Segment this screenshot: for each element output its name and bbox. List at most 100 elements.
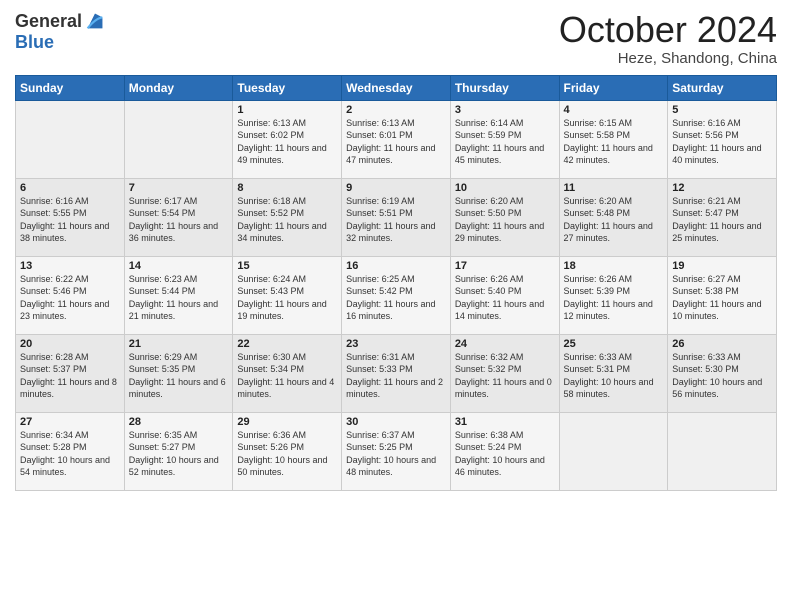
day-number: 31 [455,416,555,428]
day-number: 7 [129,182,229,194]
day-number: 30 [346,416,446,428]
day-cell [668,412,777,490]
day-info: Sunrise: 6:28 AM Sunset: 5:37 PM Dayligh… [20,351,120,401]
day-info: Sunrise: 6:13 AM Sunset: 6:02 PM Dayligh… [237,117,337,167]
day-number: 14 [129,260,229,272]
day-info: Sunrise: 6:14 AM Sunset: 5:59 PM Dayligh… [455,117,555,167]
logo-blue: Blue [15,32,54,52]
header-thursday: Thursday [450,75,559,100]
header-friday: Friday [559,75,668,100]
day-info: Sunrise: 6:17 AM Sunset: 5:54 PM Dayligh… [129,195,229,245]
title-block: October 2024 Heze, Shandong, China [559,10,777,67]
day-number: 26 [672,338,772,350]
day-number: 21 [129,338,229,350]
day-cell: 9Sunrise: 6:19 AM Sunset: 5:51 PM Daylig… [342,178,451,256]
day-number: 9 [346,182,446,194]
day-number: 4 [564,104,664,116]
day-number: 25 [564,338,664,350]
day-cell: 18Sunrise: 6:26 AM Sunset: 5:39 PM Dayli… [559,256,668,334]
day-number: 13 [20,260,120,272]
day-number: 24 [455,338,555,350]
day-info: Sunrise: 6:22 AM Sunset: 5:46 PM Dayligh… [20,273,120,323]
day-cell: 2Sunrise: 6:13 AM Sunset: 6:01 PM Daylig… [342,100,451,178]
day-cell: 14Sunrise: 6:23 AM Sunset: 5:44 PM Dayli… [124,256,233,334]
day-cell: 12Sunrise: 6:21 AM Sunset: 5:47 PM Dayli… [668,178,777,256]
day-info: Sunrise: 6:13 AM Sunset: 6:01 PM Dayligh… [346,117,446,167]
day-cell: 30Sunrise: 6:37 AM Sunset: 5:25 PM Dayli… [342,412,451,490]
day-info: Sunrise: 6:38 AM Sunset: 5:24 PM Dayligh… [455,429,555,479]
location: Heze, Shandong, China [559,50,777,67]
day-cell: 16Sunrise: 6:25 AM Sunset: 5:42 PM Dayli… [342,256,451,334]
calendar-table: SundayMondayTuesdayWednesdayThursdayFrid… [15,75,777,491]
week-row-2: 6Sunrise: 6:16 AM Sunset: 5:55 PM Daylig… [16,178,777,256]
day-info: Sunrise: 6:27 AM Sunset: 5:38 PM Dayligh… [672,273,772,323]
day-number: 1 [237,104,337,116]
day-info: Sunrise: 6:20 AM Sunset: 5:48 PM Dayligh… [564,195,664,245]
day-number: 17 [455,260,555,272]
day-cell [559,412,668,490]
day-number: 19 [672,260,772,272]
day-cell: 27Sunrise: 6:34 AM Sunset: 5:28 PM Dayli… [16,412,125,490]
day-cell: 10Sunrise: 6:20 AM Sunset: 5:50 PM Dayli… [450,178,559,256]
day-cell: 13Sunrise: 6:22 AM Sunset: 5:46 PM Dayli… [16,256,125,334]
day-info: Sunrise: 6:25 AM Sunset: 5:42 PM Dayligh… [346,273,446,323]
header-wednesday: Wednesday [342,75,451,100]
day-info: Sunrise: 6:20 AM Sunset: 5:50 PM Dayligh… [455,195,555,245]
day-info: Sunrise: 6:26 AM Sunset: 5:39 PM Dayligh… [564,273,664,323]
day-cell: 1Sunrise: 6:13 AM Sunset: 6:02 PM Daylig… [233,100,342,178]
day-number: 22 [237,338,337,350]
day-info: Sunrise: 6:30 AM Sunset: 5:34 PM Dayligh… [237,351,337,401]
day-cell: 22Sunrise: 6:30 AM Sunset: 5:34 PM Dayli… [233,334,342,412]
day-cell: 31Sunrise: 6:38 AM Sunset: 5:24 PM Dayli… [450,412,559,490]
day-cell: 25Sunrise: 6:33 AM Sunset: 5:31 PM Dayli… [559,334,668,412]
week-row-4: 20Sunrise: 6:28 AM Sunset: 5:37 PM Dayli… [16,334,777,412]
day-cell: 8Sunrise: 6:18 AM Sunset: 5:52 PM Daylig… [233,178,342,256]
day-info: Sunrise: 6:24 AM Sunset: 5:43 PM Dayligh… [237,273,337,323]
day-info: Sunrise: 6:15 AM Sunset: 5:58 PM Dayligh… [564,117,664,167]
day-number: 15 [237,260,337,272]
day-cell: 17Sunrise: 6:26 AM Sunset: 5:40 PM Dayli… [450,256,559,334]
day-info: Sunrise: 6:23 AM Sunset: 5:44 PM Dayligh… [129,273,229,323]
day-cell: 24Sunrise: 6:32 AM Sunset: 5:32 PM Dayli… [450,334,559,412]
header-monday: Monday [124,75,233,100]
page-header: General Blue October 2024 Heze, Shandong… [15,10,777,67]
day-cell [16,100,125,178]
logo-icon [84,10,106,32]
day-number: 5 [672,104,772,116]
day-info: Sunrise: 6:36 AM Sunset: 5:26 PM Dayligh… [237,429,337,479]
day-cell: 28Sunrise: 6:35 AM Sunset: 5:27 PM Dayli… [124,412,233,490]
day-cell: 4Sunrise: 6:15 AM Sunset: 5:58 PM Daylig… [559,100,668,178]
day-cell: 5Sunrise: 6:16 AM Sunset: 5:56 PM Daylig… [668,100,777,178]
day-cell: 19Sunrise: 6:27 AM Sunset: 5:38 PM Dayli… [668,256,777,334]
day-cell: 29Sunrise: 6:36 AM Sunset: 5:26 PM Dayli… [233,412,342,490]
header-row: SundayMondayTuesdayWednesdayThursdayFrid… [16,75,777,100]
header-saturday: Saturday [668,75,777,100]
day-cell [124,100,233,178]
week-row-1: 1Sunrise: 6:13 AM Sunset: 6:02 PM Daylig… [16,100,777,178]
day-info: Sunrise: 6:26 AM Sunset: 5:40 PM Dayligh… [455,273,555,323]
day-cell: 26Sunrise: 6:33 AM Sunset: 5:30 PM Dayli… [668,334,777,412]
day-number: 10 [455,182,555,194]
day-cell: 15Sunrise: 6:24 AM Sunset: 5:43 PM Dayli… [233,256,342,334]
day-info: Sunrise: 6:21 AM Sunset: 5:47 PM Dayligh… [672,195,772,245]
week-row-5: 27Sunrise: 6:34 AM Sunset: 5:28 PM Dayli… [16,412,777,490]
month-title: October 2024 [559,10,777,50]
day-number: 3 [455,104,555,116]
day-number: 18 [564,260,664,272]
day-number: 12 [672,182,772,194]
day-info: Sunrise: 6:37 AM Sunset: 5:25 PM Dayligh… [346,429,446,479]
day-cell: 3Sunrise: 6:14 AM Sunset: 5:59 PM Daylig… [450,100,559,178]
day-info: Sunrise: 6:34 AM Sunset: 5:28 PM Dayligh… [20,429,120,479]
day-info: Sunrise: 6:33 AM Sunset: 5:31 PM Dayligh… [564,351,664,401]
day-number: 6 [20,182,120,194]
day-info: Sunrise: 6:29 AM Sunset: 5:35 PM Dayligh… [129,351,229,401]
logo-general: General [15,11,82,32]
day-number: 28 [129,416,229,428]
day-info: Sunrise: 6:19 AM Sunset: 5:51 PM Dayligh… [346,195,446,245]
logo: General Blue [15,10,106,53]
day-info: Sunrise: 6:32 AM Sunset: 5:32 PM Dayligh… [455,351,555,401]
day-cell: 7Sunrise: 6:17 AM Sunset: 5:54 PM Daylig… [124,178,233,256]
day-number: 8 [237,182,337,194]
day-info: Sunrise: 6:16 AM Sunset: 5:56 PM Dayligh… [672,117,772,167]
day-number: 2 [346,104,446,116]
